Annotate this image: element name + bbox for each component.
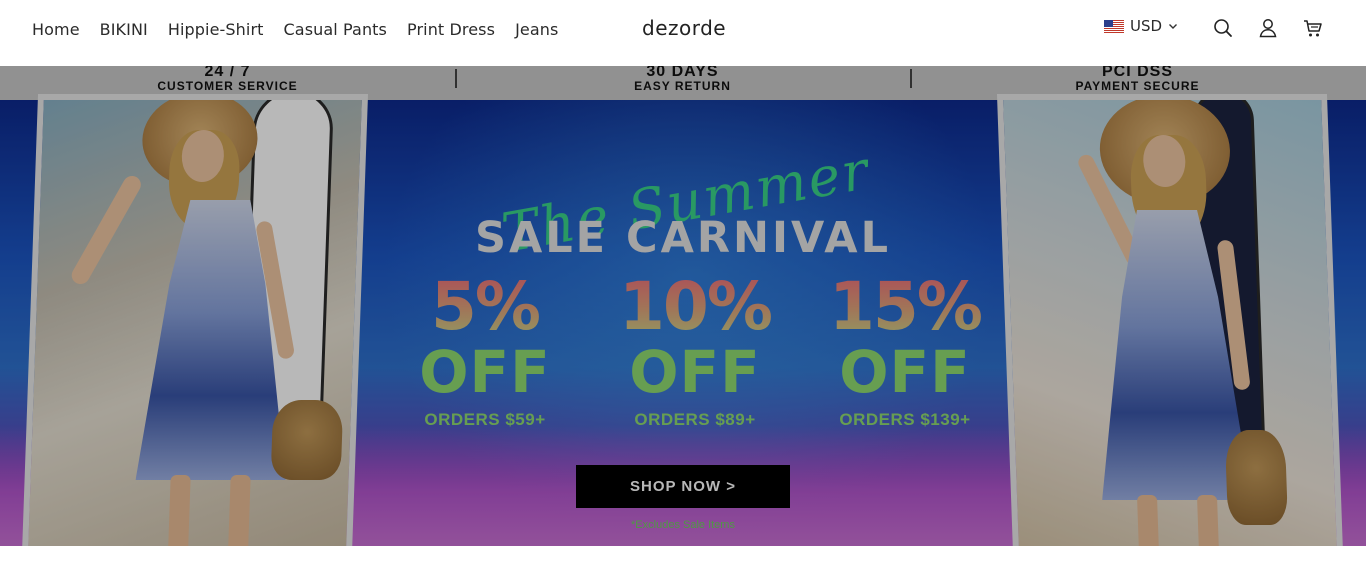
nav-print-dress[interactable]: Print Dress [407,20,495,39]
nav-casual-pants[interactable]: Casual Pants [284,20,387,39]
chevron-down-icon [1169,24,1178,29]
currency-selector[interactable]: USD [1104,17,1178,35]
main-nav: Home BIKINI Hippie-Shirt Casual Pants Pr… [32,0,558,58]
currency-code: USD [1130,17,1163,35]
cart-button[interactable] [1302,17,1324,39]
nav-bikini[interactable]: BIKINI [100,20,148,39]
site-header: Home BIKINI Hippie-Shirt Casual Pants Pr… [0,0,1366,66]
user-icon [1259,19,1277,38]
flag-us-icon [1104,19,1124,33]
site-logo[interactable]: dezorde [642,16,726,40]
modal-backdrop[interactable] [0,66,1366,546]
account-button[interactable] [1257,17,1279,39]
search-button[interactable] [1212,17,1234,39]
nav-hippie-shirt[interactable]: Hippie-Shirt [168,20,264,39]
cart-icon [1304,20,1322,37]
search-icon [1214,19,1232,37]
nav-jeans[interactable]: Jeans [515,20,558,39]
nav-home[interactable]: Home [32,20,80,39]
